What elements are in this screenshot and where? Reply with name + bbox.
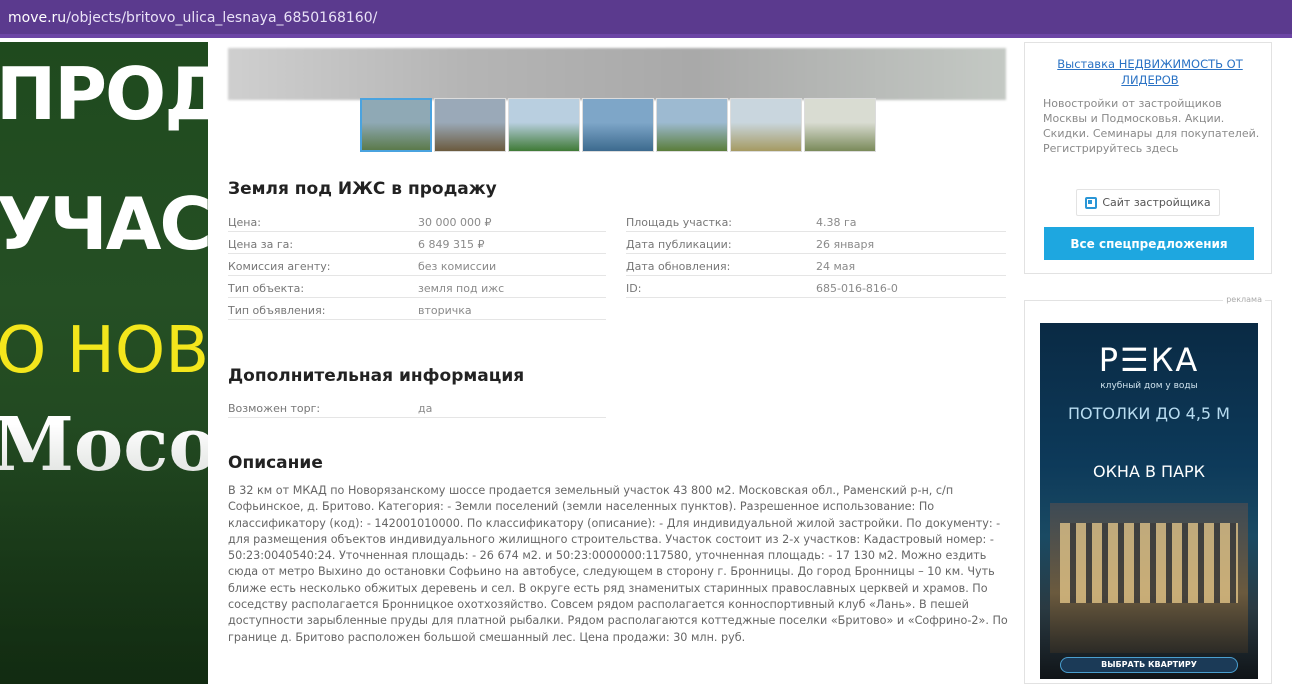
prop-right-value: 685-016-816-0	[816, 282, 898, 295]
description-text: В 32 км от МКАД по Новорязанскому шоссе …	[228, 484, 1008, 644]
browser-address-bar[interactable]: move.ru/objects/britovo_ulica_lesnaya_68…	[0, 0, 1292, 38]
thumbnail-photo-6[interactable]	[730, 98, 802, 152]
description-title: Описание	[228, 453, 323, 473]
ad-building-image	[1050, 503, 1248, 653]
thumbnail-photo-5[interactable]	[656, 98, 728, 152]
thumbnail-photo-3[interactable]	[508, 98, 580, 152]
prop-left-key: Комиссия агенту:	[228, 260, 331, 273]
ad-headline: ПОТОЛКИ ДО 4,5 М	[1068, 404, 1230, 423]
left-banner-line-2: УЧАС	[0, 182, 208, 266]
prop-left-row: Цена: 30 000 000 ₽	[228, 210, 606, 232]
ad-subtitle: клубный дом у воды	[1100, 381, 1198, 391]
promo-link[interactable]: Выставка НЕДВИЖИМОСТЬ ОТ ЛИДЕРОВ	[1039, 56, 1261, 88]
promo-block: Выставка НЕДВИЖИМОСТЬ ОТ ЛИДЕРОВ Новостр…	[1024, 42, 1272, 274]
prop-left-key: Тип объявления:	[228, 304, 326, 317]
left-banner-line-1: ПРОД	[0, 52, 208, 136]
prop-left-key: Тип объекта:	[228, 282, 305, 295]
right-sidebar: Выставка НЕДВИЖИМОСТЬ ОТ ЛИДЕРОВ Новостр…	[1024, 42, 1272, 684]
developer-site-button[interactable]: Сайт застройщика	[1076, 189, 1220, 216]
left-banner-decoration	[0, 424, 208, 684]
thumbnail-map[interactable]	[804, 98, 876, 152]
left-ad-banner[interactable]: ПРОД УЧАС О НОВ Мособ	[0, 42, 208, 684]
prop-left-key: Цена:	[228, 216, 261, 229]
developer-site-label: Сайт застройщика	[1102, 196, 1211, 209]
prop-right-key: Дата обновления:	[626, 260, 731, 273]
thumbnail-photo-2[interactable]	[434, 98, 506, 152]
prop-left-row: Тип объекта: земля под ижс	[228, 276, 606, 298]
prop-right-key: Дата публикации:	[626, 238, 732, 251]
prop-left-value: земля под ижс	[418, 282, 505, 295]
prop-right-row: Площадь участка: 4.38 га	[626, 210, 1006, 232]
prop-left-row: Цена за га: 6 849 315 ₽	[228, 232, 606, 254]
prop-left-value: без комиссии	[418, 260, 497, 273]
thumbnail-photo-1[interactable]	[360, 98, 432, 152]
photo-thumbnails	[360, 98, 876, 152]
prop-left-key: Цена за га:	[228, 238, 294, 251]
all-offers-button[interactable]: Все спецпредложения	[1044, 227, 1254, 260]
additional-prop-row: Возможен торг: да	[228, 396, 606, 418]
ad-logo: Р☰КА	[1098, 341, 1200, 379]
listing-title: Земля под ИЖС в продажу	[228, 179, 497, 199]
window-icon	[1085, 196, 1098, 209]
prop-right-value: 26 января	[816, 238, 875, 251]
left-banner-line-3: О НОВ	[0, 314, 208, 388]
prop-right-row: Дата публикации: 26 января	[626, 232, 1006, 254]
prop-left-row: Комиссия агенту: без комиссии	[228, 254, 606, 276]
page: move.ru/objects/britovo_ulica_lesnaya_68…	[0, 0, 1292, 684]
thumbnail-photo-4[interactable]	[582, 98, 654, 152]
additional-info-title: Дополнительная информация	[228, 366, 525, 386]
ad-banner[interactable]: Р☰КА клубный дом у воды ПОТОЛКИ ДО 4,5 М…	[1040, 323, 1258, 679]
main-photo[interactable]	[228, 48, 1006, 100]
prop-right-value: 4.38 га	[816, 216, 857, 229]
prop-right-row: ID: 685-016-816-0	[626, 276, 1006, 298]
prop-left-value: 6 849 315 ₽	[418, 238, 485, 251]
sidebar-ad: реклама Р☰КА клубный дом у воды ПОТОЛКИ …	[1024, 295, 1272, 684]
prop-left-value: вторичка	[418, 304, 472, 317]
prop-left-value: 30 000 000 ₽	[418, 216, 492, 229]
listing-main: Земля под ИЖС в продажу Цена: 30 000 000 …	[208, 42, 1016, 684]
url-text[interactable]: move.ru/objects/britovo_ulica_lesnaya_68…	[8, 10, 377, 26]
ad-cta-button[interactable]: ВЫБРАТЬ КВАРТИРУ	[1060, 657, 1238, 673]
ad-label: реклама	[1223, 295, 1265, 304]
prop-left-row: Тип объявления: вторичка	[228, 298, 606, 320]
url-path: /objects/britovo_ulica_lesnaya_685016816…	[66, 10, 378, 26]
promo-text: Новостройки от застройщиков Москвы и Под…	[1043, 97, 1260, 155]
prop-right-key: ID:	[626, 282, 642, 295]
prop-right-value: 24 мая	[816, 260, 856, 273]
url-host: move.ru	[8, 10, 67, 26]
prop-right-row: Дата обновления: 24 мая	[626, 254, 1006, 276]
ad-headline-2: ОКНА В ПАРК	[1092, 462, 1206, 481]
additional-prop-value: да	[418, 402, 433, 415]
additional-prop-key: Возможен торг:	[228, 402, 321, 415]
prop-right-key: Площадь участка:	[626, 216, 733, 229]
